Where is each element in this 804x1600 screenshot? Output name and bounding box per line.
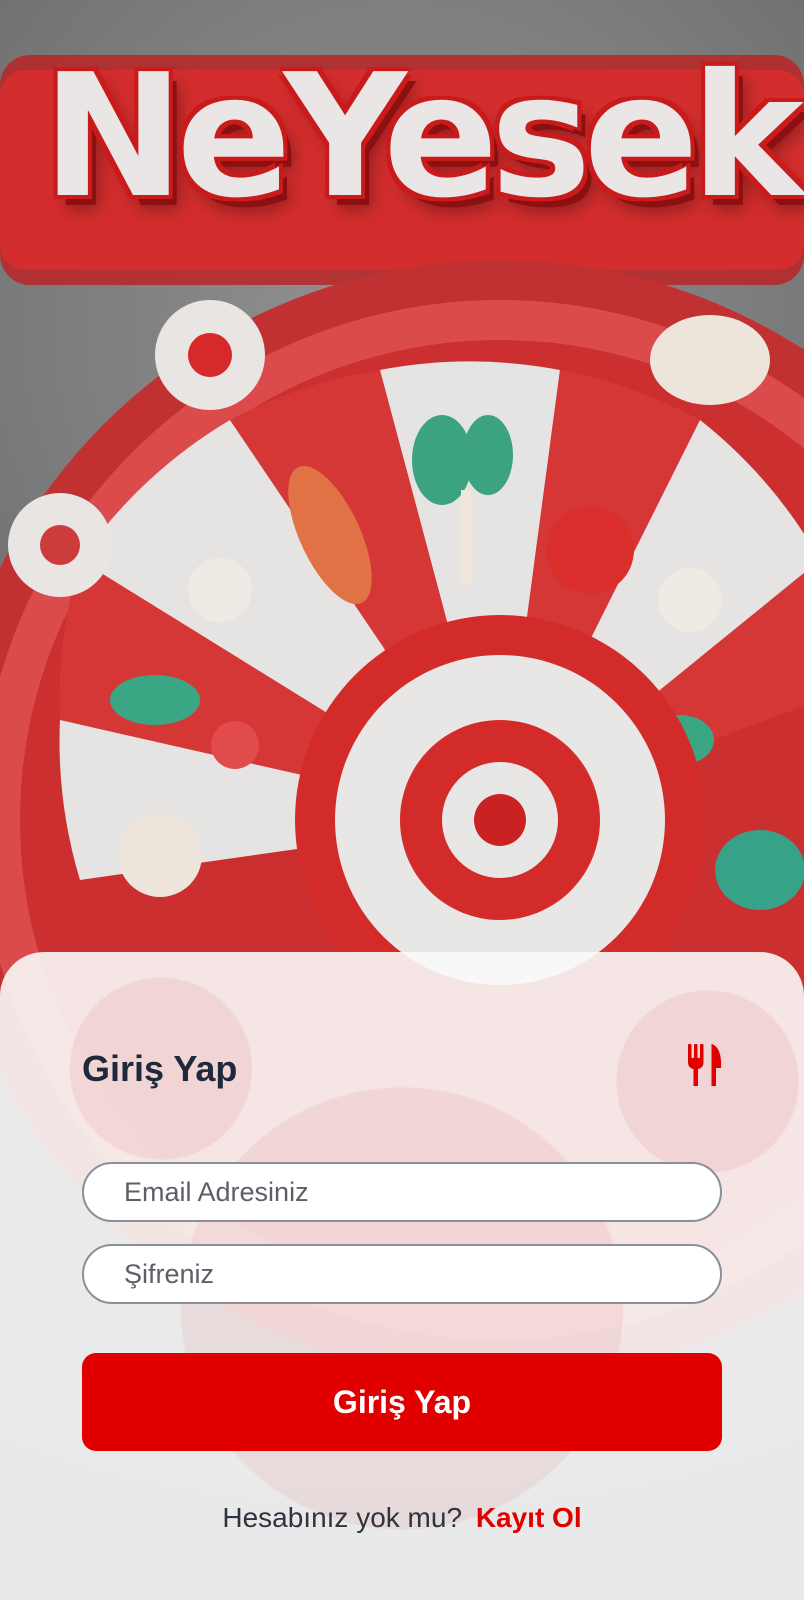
signup-link[interactable]: Kayıt Ol [476, 1502, 582, 1533]
login-sheet: Giriş Yap Giriş Yap Hesabınız yok mu? Ka… [0, 952, 804, 1600]
app-logo-text: NeYesek [42, 38, 804, 236]
login-title: Giriş Yap [82, 1048, 238, 1089]
password-field[interactable] [82, 1244, 722, 1304]
email-field[interactable] [82, 1162, 722, 1222]
utensils-icon [688, 1044, 722, 1086]
password-input[interactable] [84, 1246, 720, 1302]
login-screen: NeYesek Giriş Yap Giriş Yap Hesabınız yo… [0, 0, 804, 1600]
email-input[interactable] [84, 1164, 720, 1220]
signup-prompt: Hesabınız yok mu? [222, 1502, 463, 1533]
login-button[interactable]: Giriş Yap [82, 1353, 722, 1451]
signup-row: Hesabınız yok mu? Kayıt Ol [0, 1502, 804, 1534]
